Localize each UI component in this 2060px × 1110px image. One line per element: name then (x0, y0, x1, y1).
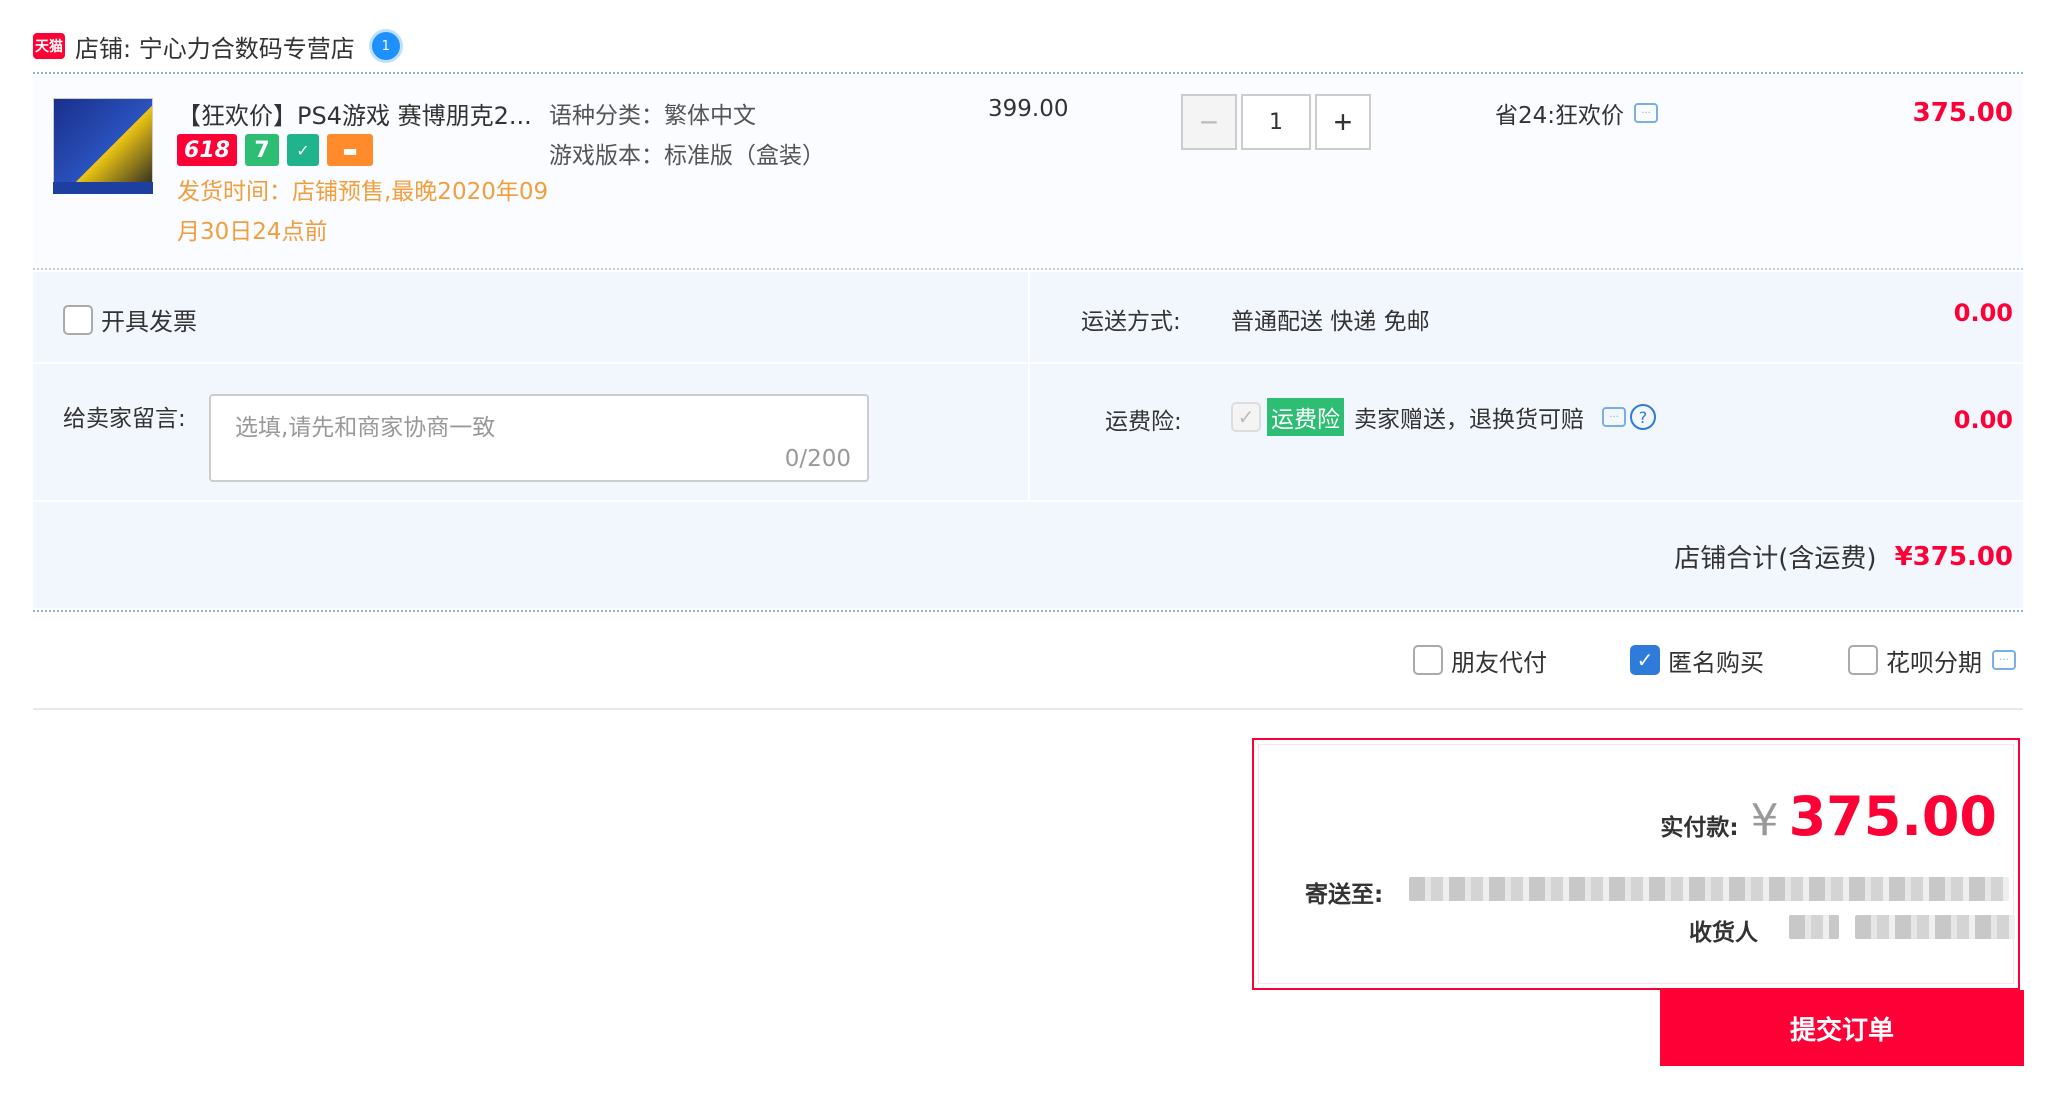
shop-name[interactable]: 店铺: 宁心力合数码专营店 (75, 29, 355, 64)
promo-text: 省24:狂欢价 (1495, 103, 1625, 129)
insurance-text: 卖家赠送，退换货可赔 (1354, 407, 1584, 433)
promo-detail-icon[interactable]: ··· (1634, 103, 1659, 123)
qty-minus-button[interactable]: − (1181, 94, 1237, 150)
insurance-label: 运费险: (1105, 409, 1182, 435)
quantity-stepper: − 1 + (1181, 94, 1371, 150)
badge-618-icon: 618 (177, 134, 237, 166)
order-options-panel: 开具发票 给卖家留言: 选填,请先和商家协商一致 0/200 运送方式: 普通配… (33, 272, 2023, 610)
pay-option-huabei[interactable]: 花呗分期 ··· (1848, 642, 2016, 678)
divider (33, 268, 2023, 270)
insurance-option: ✓ 运费险 卖家赠送，退换货可赔 ··· ? (1231, 398, 1656, 436)
anonymous-label: 匿名购买 (1668, 648, 1764, 677)
shop-header: 天猫 店铺: 宁心力合数码专营店 1 (33, 28, 403, 64)
shop-sum-value: ¥375.00 (1894, 541, 2013, 572)
shop-sum-label: 店铺合计(含运费) (1674, 544, 1877, 574)
message-placeholder: 选填,请先和商家协商一致 (235, 415, 496, 441)
divider (33, 708, 2023, 710)
qty-plus-button[interactable]: + (1315, 94, 1371, 150)
badge-guarantee-icon: ✓ (287, 134, 319, 166)
invoice-label: 开具发票 (101, 308, 197, 336)
help-icon[interactable]: ? (1630, 404, 1656, 430)
friend-pay-checkbox[interactable] (1413, 645, 1443, 675)
anonymous-checkbox[interactable]: ✓ (1630, 645, 1660, 675)
receiver-name-redacted (1789, 915, 1839, 939)
sku-language: 语种分类：繁体中文 (549, 103, 756, 129)
huabei-checkbox[interactable] (1848, 645, 1878, 675)
shipping-fee: 0.00 (1953, 299, 2013, 327)
tmall-logo-icon: 天猫 (33, 33, 65, 59)
product-thumbnail[interactable] (53, 98, 153, 192)
unit-price: 399.00 (988, 96, 1069, 122)
badge-7day-return-icon: 7 (245, 134, 279, 166)
shop-sum: 店铺合计(含运费) ¥375.00 (1674, 538, 2013, 575)
actual-payment: 实付款: ¥ 375.00 (1660, 785, 1997, 848)
order-item-row: 【狂欢价】PS4游戏 赛博朋克2... 618 7 ✓ ▬ 发货时间：店铺预售,… (33, 76, 2023, 268)
message-label: 给卖家留言: (63, 406, 186, 432)
huabei-label: 花呗分期 (1886, 648, 1982, 677)
divider (33, 610, 2023, 612)
pay-option-friend[interactable]: 朋友代付 (1413, 642, 1547, 678)
address-redacted (1409, 877, 2009, 901)
actual-payment-amount: 375.00 (1788, 785, 1997, 848)
promo-info: 省24:狂欢价 ··· (1495, 96, 1659, 130)
friend-pay-label: 朋友代付 (1451, 648, 1547, 677)
actual-payment-label: 实付款: (1660, 815, 1739, 841)
invoice-option[interactable]: 开具发票 (63, 302, 197, 337)
huabei-info-icon[interactable]: ··· (1992, 650, 2016, 670)
badge-credit-card-icon: ▬ (327, 134, 373, 166)
wangwang-chat-icon[interactable]: 1 (368, 29, 403, 63)
insurance-chat-icon[interactable]: ··· (1602, 407, 1626, 427)
order-summary: 实付款: ¥ 375.00 寄送至: 收货人 (1252, 738, 2020, 990)
sku-version: 游戏版本：标准版（盒装） (549, 143, 825, 169)
insurance-tag: 运费险 (1267, 398, 1344, 436)
shipping-label: 运送方式: (1081, 309, 1181, 335)
seller-message-input[interactable]: 选填,请先和商家协商一致 0/200 (209, 394, 869, 482)
receiver-label: 收货人 (1689, 920, 1758, 946)
shipping-method: 普通配送 快递 免邮 (1231, 309, 1430, 335)
divider (33, 72, 2023, 74)
product-title[interactable]: 【狂欢价】PS4游戏 赛博朋克2... (177, 96, 567, 131)
product-thumbnail-strip (53, 182, 153, 194)
receiver-phone-redacted (1855, 915, 2015, 939)
ship-time-note: 发货时间：店铺预售,最晚2020年09月30日24点前 (177, 179, 549, 245)
ship-to-label: 寄送至: (1305, 882, 1384, 908)
submit-order-button[interactable]: 提交订单 (1660, 990, 2024, 1066)
quantity-input[interactable]: 1 (1241, 94, 1311, 150)
insurance-fee: 0.00 (1953, 406, 2013, 434)
invoice-checkbox[interactable] (63, 304, 93, 335)
item-subtotal: 375.00 (1912, 98, 2013, 128)
summary-inner: 实付款: ¥ 375.00 寄送至: 收货人 (1258, 744, 2015, 984)
currency-symbol: ¥ (1750, 795, 1779, 846)
message-char-count: 0/200 (784, 446, 851, 472)
insurance-checkbox: ✓ (1231, 402, 1261, 432)
product-badges: 618 7 ✓ ▬ (177, 134, 373, 166)
pay-option-anonymous[interactable]: ✓ 匿名购买 (1630, 642, 1764, 678)
